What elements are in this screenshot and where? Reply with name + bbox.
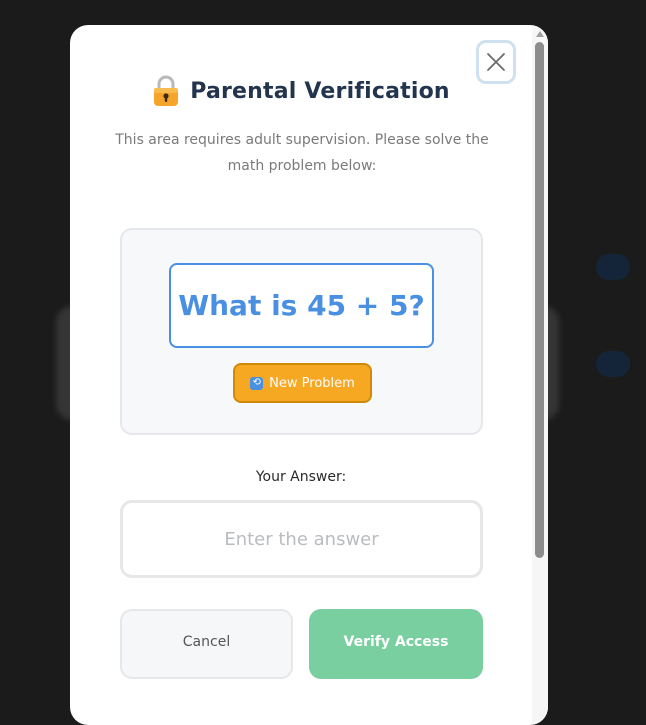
parental-verification-modal: Parental Verification This area requires…: [70, 25, 548, 725]
modal-header: Parental Verification: [70, 75, 532, 107]
lock-icon: [154, 75, 179, 106]
math-question: What is 45 + 5?: [169, 263, 434, 348]
background-toggle: [596, 254, 630, 280]
verify-access-button[interactable]: Verify Access: [309, 609, 483, 679]
modal-subtitle: This area requires adult supervision. Pl…: [115, 132, 489, 174]
cancel-button[interactable]: Cancel: [120, 609, 293, 679]
background-toggle: [596, 351, 630, 377]
modal-title: Parental Verification: [190, 78, 450, 104]
answer-label: Your Answer:: [255, 469, 347, 485]
answer-input[interactable]: [120, 500, 483, 578]
refresh-icon: ⟲: [250, 376, 264, 390]
scroll-thumb[interactable]: [535, 42, 544, 558]
scroll-up-arrow-icon[interactable]: [536, 31, 544, 37]
new-problem-label: New Problem: [269, 375, 355, 391]
new-problem-button[interactable]: ⟲ New Problem: [233, 363, 372, 403]
math-problem-panel: What is 45 + 5? ⟲ New Problem: [120, 228, 483, 435]
close-icon: [487, 53, 505, 71]
modal-scrollbar[interactable]: [532, 25, 548, 725]
verify-label: Verify Access: [343, 634, 449, 650]
cancel-label: Cancel: [182, 634, 231, 650]
